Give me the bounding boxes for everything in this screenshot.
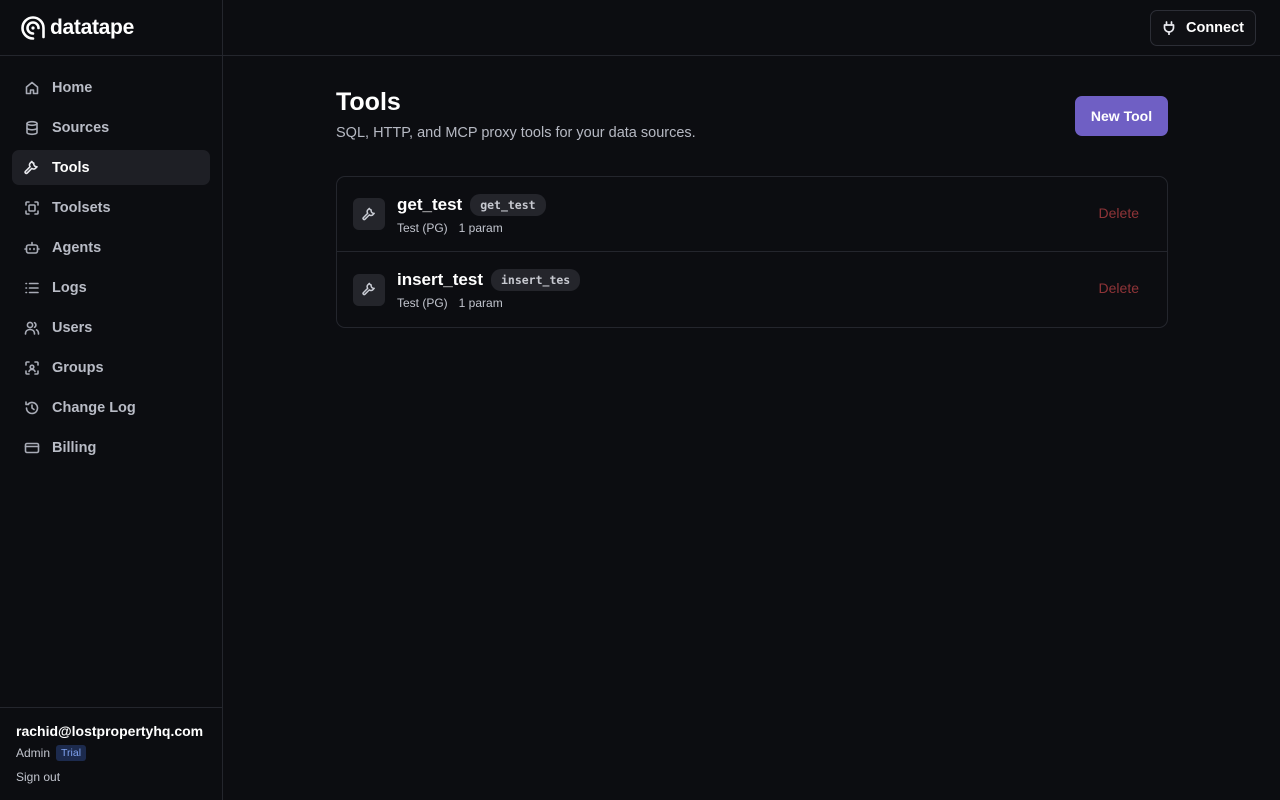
sidebar-item-groups[interactable]: Groups	[12, 350, 210, 385]
sidebar-nav: Home Sources Tools Toolsets Agents Logs …	[0, 56, 222, 465]
tool-source: Test (PG)	[397, 220, 448, 235]
tool-slug-badge: insert_tes	[490, 269, 581, 291]
brand[interactable]: datatape	[0, 0, 222, 56]
sidebar-item-label: Home	[52, 79, 93, 96]
connect-label: Connect	[1186, 20, 1244, 36]
sign-out-link[interactable]: Sign out	[16, 770, 206, 784]
plug-icon	[1163, 21, 1175, 35]
user-panel: rachid@lostpropertyhq.com Admin Trial Si…	[0, 707, 222, 800]
tool-param-count: 1 param	[458, 220, 503, 235]
history-icon	[24, 400, 40, 416]
database-icon	[24, 120, 40, 136]
user-role-row: Admin Trial	[16, 745, 206, 761]
sidebar-item-label: Change Log	[52, 399, 136, 416]
trial-badge: Trial	[56, 745, 87, 761]
user-email: rachid@lostpropertyhq.com	[16, 723, 204, 739]
tool-row[interactable]: insert_test insert_tes Test (PG) 1 param…	[337, 252, 1167, 327]
tool-info: insert_test insert_tes Test (PG) 1 param	[397, 269, 581, 310]
tool-slug-badge: get_test	[470, 193, 546, 216]
tool-header: insert_test insert_tes	[397, 269, 581, 291]
tool-header: get_test get_test	[397, 193, 546, 216]
tool-row[interactable]: get_test get_test Test (PG) 1 param Dele…	[337, 177, 1167, 252]
user-scan-icon	[24, 360, 40, 376]
list-icon	[24, 280, 40, 296]
sidebar-item-label: Sources	[52, 119, 110, 136]
home-icon	[24, 80, 40, 96]
sidebar-item-tools[interactable]: Tools	[12, 150, 210, 185]
tool-info: get_test get_test Test (PG) 1 param	[397, 193, 546, 235]
sidebar-item-label: Billing	[52, 439, 97, 456]
sidebar-item-agents[interactable]: Agents	[12, 230, 210, 265]
tool-list: get_test get_test Test (PG) 1 param Dele…	[336, 176, 1168, 328]
datatape-logo-icon	[21, 15, 45, 40]
sidebar: datatape Home Sources Tools Toolsets Age…	[0, 0, 223, 800]
connect-button[interactable]: Connect	[1150, 10, 1256, 46]
sidebar-item-label: Logs	[52, 279, 87, 296]
wrench-icon	[353, 198, 385, 230]
main-content: Tools SQL, HTTP, and MCP proxy tools for…	[336, 88, 1168, 328]
sidebar-item-label: Users	[52, 319, 93, 336]
sidebar-item-change-log[interactable]: Change Log	[12, 390, 210, 425]
users-icon	[24, 320, 40, 336]
page-subtitle: SQL, HTTP, and MCP proxy tools for your …	[336, 125, 696, 141]
tool-meta: Test (PG) 1 param	[397, 221, 546, 235]
brand-name: datatape	[50, 15, 134, 39]
sidebar-item-billing[interactable]: Billing	[12, 430, 210, 465]
sidebar-item-users[interactable]: Users	[12, 310, 210, 345]
sidebar-item-label: Groups	[52, 359, 104, 376]
new-tool-button[interactable]: New Tool	[1075, 96, 1168, 136]
user-role: Admin	[16, 746, 51, 760]
sidebar-item-toolsets[interactable]: Toolsets	[12, 190, 210, 225]
credit-card-icon	[24, 440, 40, 456]
tool-name[interactable]: get_test	[397, 195, 462, 215]
topbar: Connect	[223, 0, 1280, 56]
sidebar-item-label: Agents	[52, 239, 102, 256]
sidebar-item-home[interactable]: Home	[12, 70, 210, 105]
bot-icon	[24, 240, 40, 256]
tool-meta: Test (PG) 1 param	[397, 296, 580, 310]
delete-button[interactable]: Delete	[1099, 280, 1139, 296]
scan-icon	[24, 200, 40, 216]
page-title: Tools	[336, 88, 401, 116]
tool-param-count: 1 param	[458, 296, 503, 310]
sidebar-item-label: Tools	[52, 159, 90, 176]
wrench-icon	[353, 273, 385, 306]
sidebar-item-logs[interactable]: Logs	[12, 270, 210, 305]
tool-source: Test (PG)	[397, 296, 448, 310]
delete-button[interactable]: Delete	[1099, 205, 1139, 221]
sidebar-item-sources[interactable]: Sources	[12, 110, 210, 145]
tool-name[interactable]: insert_test	[397, 270, 483, 290]
sidebar-item-label: Toolsets	[52, 199, 111, 216]
wrench-icon	[24, 160, 40, 176]
